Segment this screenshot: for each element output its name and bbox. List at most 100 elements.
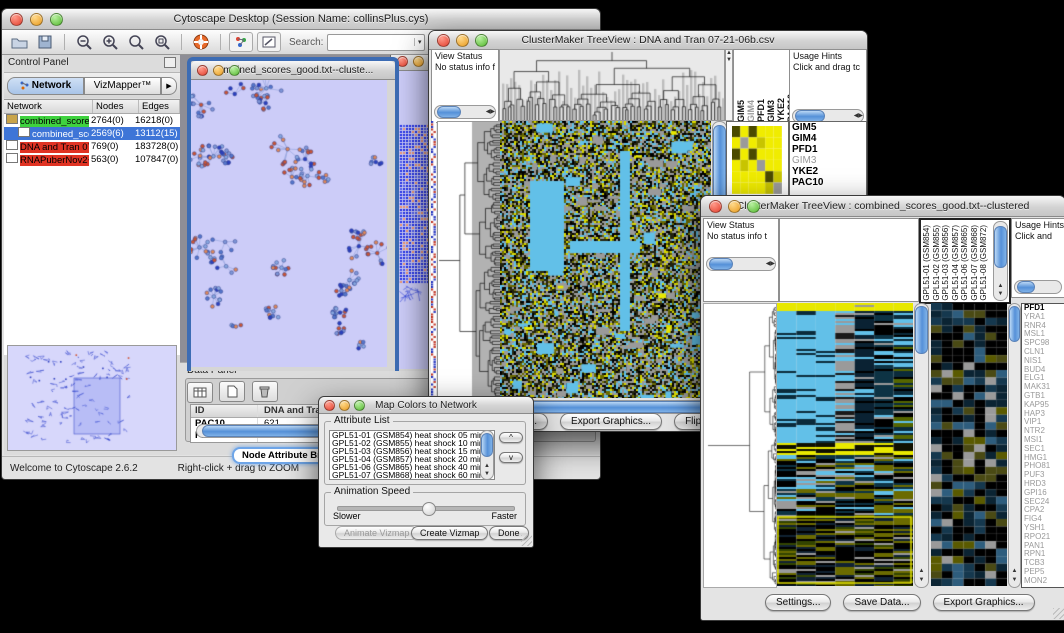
col-edges[interactable]: Edges: [139, 100, 180, 113]
close-button[interactable]: [197, 65, 208, 76]
heatmap-canvas[interactable]: [500, 121, 711, 398]
network-table-header[interactable]: Network Nodes Edges: [4, 100, 180, 114]
attribute-item[interactable]: GPL51-07 (GSM868) heat shock 60 min: [330, 471, 494, 479]
scroll-thumb[interactable]: [915, 306, 928, 354]
column-labels-panel[interactable]: GPL51-01 (GSM854)GPL51-02 (GSM855)GPL51-…: [919, 218, 1011, 304]
zoom-button[interactable]: [50, 13, 63, 26]
more-tabs-button[interactable]: ▶: [161, 77, 177, 95]
save-session-button[interactable]: [34, 33, 56, 51]
tab-vizmapper[interactable]: VizMapper™: [84, 77, 161, 95]
network-window-titlebar[interactable]: combined_scores_good.txt--cluste...: [191, 61, 395, 80]
scroll-right-icon[interactable]: ▶: [490, 109, 495, 116]
export-graphics-button[interactable]: Export Graphics...: [933, 594, 1035, 611]
table-row[interactable]: RNAPuberNov2+|563(0)107847(0): [4, 153, 180, 166]
table-row[interactable]: combined_scores2764(0)16218(0): [4, 114, 180, 127]
network-view-window[interactable]: combined_scores_good.txt--cluste...: [187, 57, 399, 371]
network-name[interactable]: combined_sco: [4, 127, 89, 140]
network-name[interactable]: RNAPuberNov2+|: [4, 153, 89, 166]
scroll-up-icon[interactable]: ▲: [1009, 568, 1020, 575]
dialog-titlebar[interactable]: Map Colors to Network: [319, 397, 533, 414]
scroll-thumb[interactable]: [481, 433, 493, 457]
attribute-list-vscrollbar[interactable]: ▲ ▼: [480, 430, 494, 480]
gene-label[interactable]: GIM4: [790, 133, 866, 144]
move-down-button[interactable]: v: [499, 452, 523, 463]
gene-list-panel[interactable]: PFD1YRA1RNR4MSL1SPC98CLN1NIS1BUD4ELG1MAK…: [1021, 303, 1064, 588]
search-dropdown-icon[interactable]: ▾: [414, 38, 425, 46]
col-nodes[interactable]: Nodes: [93, 100, 139, 113]
scroll-up-icon[interactable]: ▲: [994, 283, 1007, 290]
treeview1-titlebar[interactable]: ClusterMaker TreeView : DNA and Tran 07-…: [429, 31, 867, 50]
speed-slider[interactable]: [337, 506, 515, 511]
main-titlebar[interactable]: Cytoscape Desktop (Session Name: collins…: [2, 9, 600, 30]
zoom-button[interactable]: [747, 200, 760, 213]
zoom-selected-button[interactable]: [151, 33, 173, 51]
minimize-button[interactable]: [456, 34, 469, 47]
scroll-thumb[interactable]: [709, 258, 733, 270]
minimize-button[interactable]: [728, 200, 741, 213]
open-file-button[interactable]: [8, 33, 30, 51]
scroll-down-icon[interactable]: ▼: [1009, 577, 1020, 584]
row-dendrogram-canvas[interactable]: [437, 121, 501, 400]
attribute-listbox[interactable]: GPL51-01 (GSM854) heat shock 05 minGPL51…: [329, 430, 495, 480]
table-row[interactable]: DNA and Tran 07769(0)183728(0): [4, 140, 180, 153]
export-graphics-button[interactable]: Export Graphics...: [560, 413, 662, 430]
col-network[interactable]: Network: [4, 100, 93, 113]
scroll-thumb[interactable]: [1009, 306, 1020, 342]
close-button[interactable]: [10, 13, 23, 26]
scroll-thumb[interactable]: [1017, 281, 1035, 293]
modify-network-button[interactable]: [229, 32, 253, 52]
column-dendrogram-canvas[interactable]: [499, 49, 725, 121]
table-row[interactable]: combined_sco2569(6)13112(15): [4, 127, 180, 140]
heatmap-canvas[interactable]: [777, 303, 913, 586]
create-vizmap-button[interactable]: Create Vizmap: [411, 526, 488, 540]
search-input[interactable]: ▾: [327, 34, 425, 51]
gene-label[interactable]: GIM5: [790, 122, 866, 133]
gene-label[interactable]: MON2: [1022, 577, 1064, 586]
minimize-button[interactable]: [213, 65, 224, 76]
column-dendrogram-panel[interactable]: [779, 218, 919, 302]
zoom-vscrollbar[interactable]: ▲ ▼: [1008, 303, 1021, 588]
col-id[interactable]: ID: [191, 405, 258, 417]
close-button[interactable]: [437, 34, 450, 47]
heatmap-vscrollbar[interactable]: ▲ ▼: [914, 303, 929, 588]
scroll-up-icon[interactable]: ▲: [481, 463, 493, 470]
help-icon[interactable]: [190, 33, 212, 51]
scroll-down-icon[interactable]: ▼: [994, 291, 1007, 298]
dendrogram-splitter[interactable]: ▲ ▼: [725, 49, 733, 121]
scroll-thumb[interactable]: [994, 226, 1007, 268]
zoom-heatmap-canvas[interactable]: [931, 303, 1007, 586]
minimize-button[interactable]: [30, 13, 43, 26]
view-status-scrollbar[interactable]: ◀ ▶: [434, 105, 496, 119]
animate-vizmap-button[interactable]: Animate Vizmap: [335, 526, 418, 540]
delete-attribute-icon[interactable]: [252, 381, 278, 402]
select-attributes-icon[interactable]: [187, 382, 213, 403]
minimize-button[interactable]: [339, 400, 350, 411]
zoom-button[interactable]: [354, 400, 365, 411]
zoom-button[interactable]: [229, 65, 240, 76]
new-attribute-icon[interactable]: [219, 381, 245, 402]
network-overview-canvas[interactable]: [7, 345, 177, 451]
scroll-down-icon[interactable]: ▼: [915, 577, 928, 584]
scroll-thumb[interactable]: [437, 106, 461, 118]
save-data-button[interactable]: Save Data...: [843, 594, 920, 611]
column-labels-vscrollbar[interactable]: ▲ ▼: [993, 221, 1008, 301]
close-button[interactable]: [709, 200, 722, 213]
annotation-button[interactable]: [257, 32, 281, 52]
similarity-matrix-canvas[interactable]: [732, 126, 782, 194]
gene-label[interactable]: PFD1: [790, 144, 866, 155]
tab-network[interactable]: Network: [7, 77, 84, 95]
network-view-canvas[interactable]: [191, 80, 387, 367]
treeview2-titlebar[interactable]: ClusterMaker TreeView : combined_scores_…: [701, 196, 1064, 217]
zoom-in-button[interactable]: [99, 33, 121, 51]
settings-button[interactable]: Settings...: [765, 594, 831, 611]
zoom-button[interactable]: [475, 34, 488, 47]
move-up-button[interactable]: ^: [499, 432, 523, 443]
gene-label[interactable]: YKE2: [790, 166, 866, 177]
scroll-up-icon[interactable]: ▲: [915, 568, 928, 575]
minimize-button[interactable]: [413, 56, 424, 67]
zoom-fit-button[interactable]: [125, 33, 147, 51]
scroll-right-icon[interactable]: ▶: [770, 261, 775, 268]
column-labels-panel[interactable]: GIM5GIM4PFD1GIM3YKE2PAC10: [733, 49, 792, 123]
gene-label[interactable]: GIM3: [790, 155, 866, 166]
scroll-right-icon[interactable]: ▶: [858, 113, 863, 120]
